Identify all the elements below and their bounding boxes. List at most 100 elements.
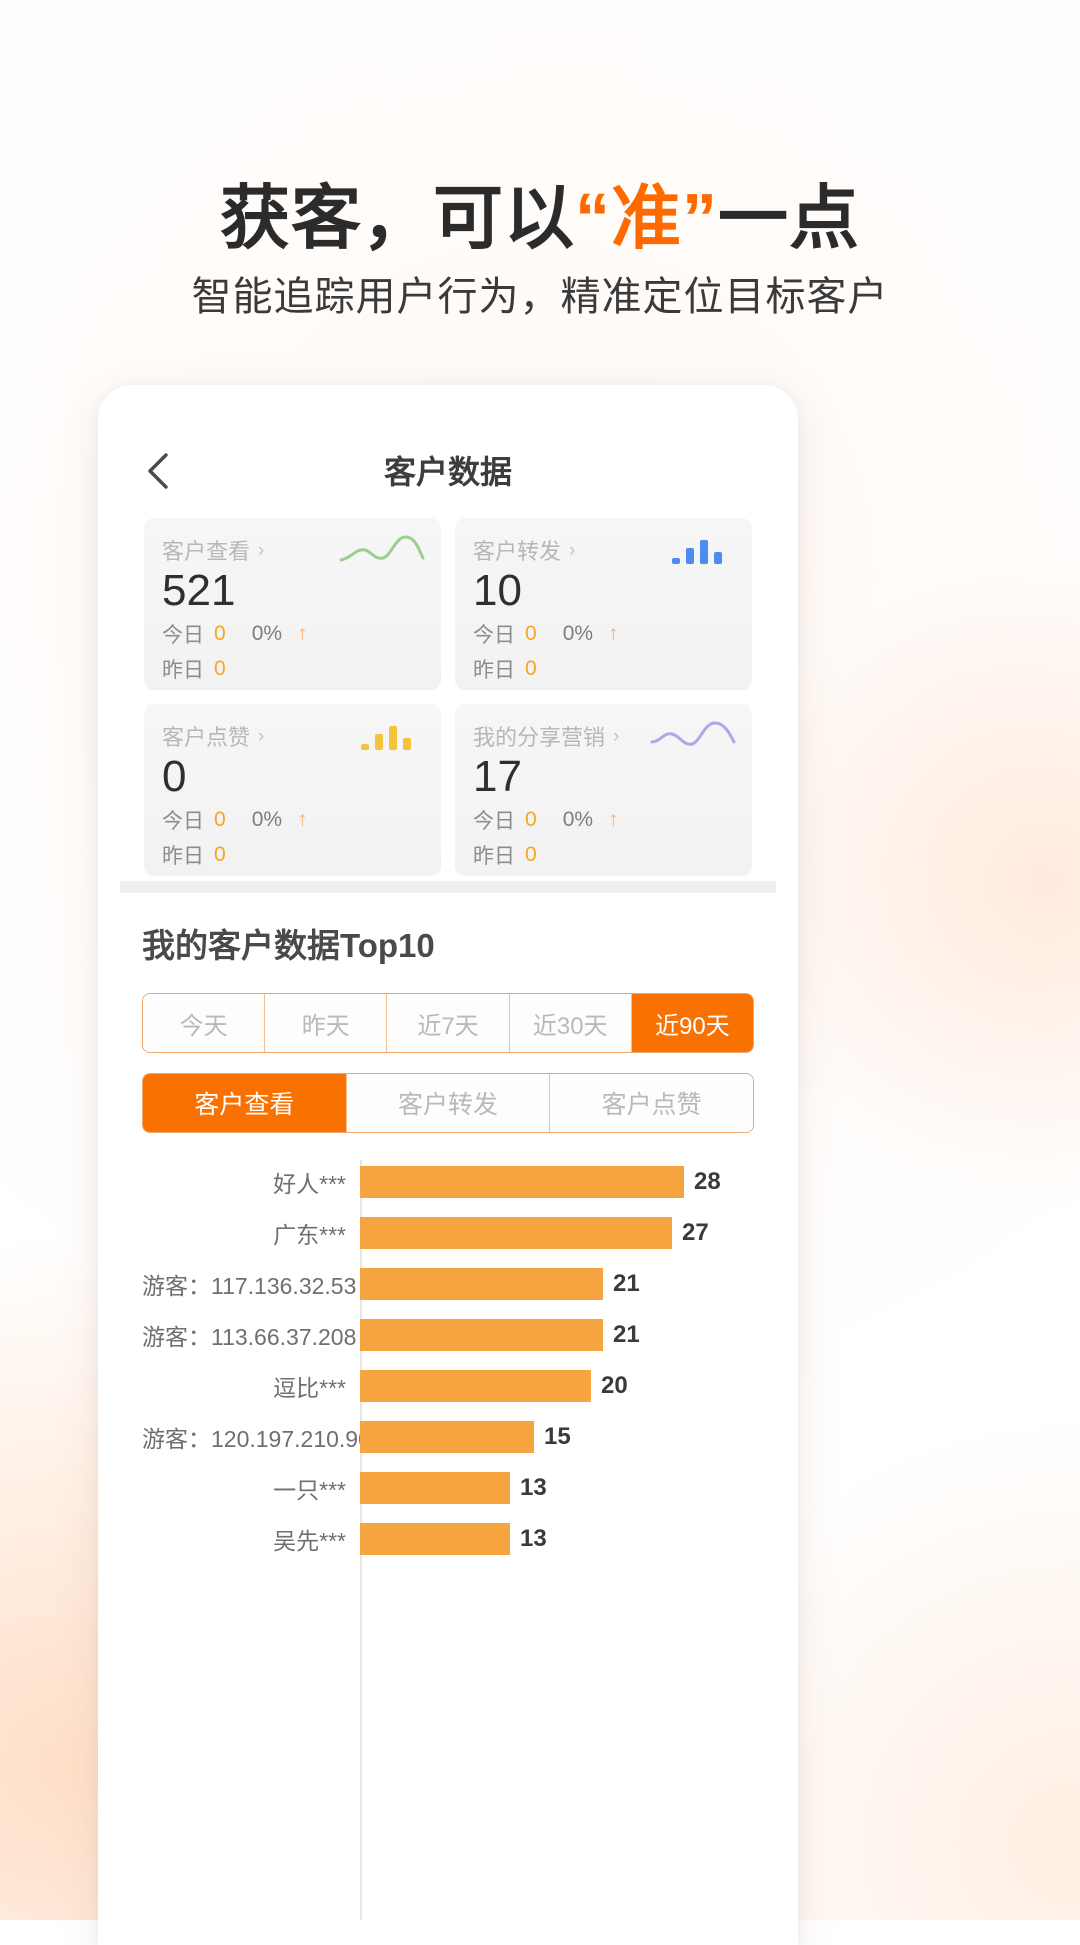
bar-row: 好人*** 28 [142,1160,754,1204]
bar-fill [360,1319,603,1351]
bar-fill [360,1166,684,1198]
today-value: 0 [214,808,226,832]
bar-row: 游客：113.66.37.208 21 [142,1313,754,1357]
bar-fill [360,1523,510,1555]
percent-change: 0% [251,808,283,832]
arrow-up-icon: ↑ [297,808,308,832]
nav-title: 客户数据 [383,454,512,490]
yesterday-value: 0 [525,657,537,681]
bar-value: 13 [520,1474,547,1501]
today-label: 今日 [473,810,515,834]
bar-track: 28 [354,1160,754,1204]
stat-card-value: 521 [162,566,236,615]
bar-value: 20 [601,1372,628,1399]
chevron-right-icon: › [258,725,265,747]
date-tab-3[interactable]: 近30天 [509,994,632,1052]
date-range-tabs[interactable]: 今天 昨天 近7天 近30天 近90天 [142,993,754,1053]
bar-label: 广东*** [273,1222,346,1248]
stat-card-row: 客户点赞 › 0 今日 0 0% ↑ 昨日 0 我的分享营销 › 17 今日 0… [144,704,752,876]
chevron-right-icon: › [613,725,620,747]
bar-value: 28 [694,1168,721,1195]
stat-card-yesterday: 昨日 0 [473,654,734,684]
headline-post: 一点 [718,179,860,257]
stat-card-value: 0 [162,752,187,801]
yesterday-label: 昨日 [162,845,204,869]
bar-fill [360,1472,510,1504]
stat-card-today: 今日 0 0% ↑ [162,619,423,649]
stat-card-title: 客户点赞 [162,725,251,750]
bar-row: 逗比*** 20 [142,1364,754,1408]
bar-row: 一只*** 13 [142,1466,754,1510]
stat-card-today: 今日 0 0% ↑ [473,619,734,649]
stat-card-yesterday: 昨日 0 [162,654,423,684]
arrow-up-icon: ↑ [297,622,308,646]
top10-bar-chart: 好人*** 28 广东*** 27 游客：117.136.32.53 21 游客：113.6… [142,1160,754,1920]
metric-tab-1[interactable]: 客户转发 [346,1074,551,1132]
stat-card-title: 客户查看 [162,539,251,564]
date-tab-4[interactable]: 近90天 [631,994,753,1052]
metric-tab-0[interactable]: 客户查看 [143,1074,347,1132]
bar-fill [360,1217,672,1249]
stat-card-today: 今日 0 0% ↑ [473,805,734,835]
stat-card-value: 17 [473,752,522,801]
percent-change: 0% [562,808,594,832]
bar-row: 游客：120.197.210.90 15 [142,1415,754,1459]
date-tab-1[interactable]: 昨天 [265,994,388,1052]
date-tab-0[interactable]: 今天 [143,994,266,1052]
bar-row: 吴先*** 13 [142,1517,754,1561]
metric-tab-2[interactable]: 客户点赞 [550,1074,753,1132]
bar-value: 15 [544,1423,571,1450]
stat-card-customer-views[interactable]: 客户查看 › 521 今日 0 0% ↑ 昨日 0 [144,518,441,690]
bar-track: 21 [354,1262,754,1306]
yesterday-label: 昨日 [473,659,515,683]
chevron-right-icon: › [258,539,265,561]
bar-label: 游客：113.66.37.208 [142,1324,357,1350]
today-label: 今日 [473,624,515,648]
app-navbar: 客户数据 [98,437,798,507]
yesterday-value: 0 [214,657,226,681]
bar-track: 21 [354,1313,754,1357]
bar-label: 吴先*** [273,1528,346,1554]
bar-label: 逗比*** [273,1375,346,1401]
percent-change: 0% [251,622,283,646]
stat-card-yesterday: 昨日 0 [473,840,734,870]
page-stage: 获客，可以“准”一点 智能追踪用户行为，精准定位目标客户 客户数据 客户查看 ›… [0,0,1080,1945]
today-value: 0 [525,622,537,646]
percent-change: 0% [562,622,594,646]
bar-track: 13 [354,1466,754,1510]
stat-card-customer-likes[interactable]: 客户点赞 › 0 今日 0 0% ↑ 昨日 0 [144,704,441,876]
bar-fill [360,1370,591,1402]
page-title: 获客，可以“准”一点 [0,162,1080,263]
bar-value: 13 [520,1525,547,1552]
today-label: 今日 [162,624,204,648]
bar-row: 游客：117.136.32.53 21 [142,1262,754,1306]
today-value: 0 [214,622,226,646]
stat-card-title: 客户转发 [473,539,562,564]
stat-card-grid: 客户查看 › 521 今日 0 0% ↑ 昨日 0 客户转发 › 10 今日 0… [144,518,752,890]
chevron-right-icon: › [569,539,576,561]
app-screen: 客户数据 客户查看 › 521 今日 0 0% ↑ 昨日 0 客户转发 › 10… [98,385,798,1945]
bar-track: 20 [354,1364,754,1408]
yesterday-label: 昨日 [162,659,204,683]
bar-label: 游客：117.136.32.53 [142,1273,357,1299]
bar-value: 27 [682,1219,709,1246]
phone-mockup: 客户数据 客户查看 › 521 今日 0 0% ↑ 昨日 0 客户转发 › 10… [98,385,798,1945]
page-subtitle: 智能追踪用户行为，精准定位目标客户 [191,275,889,319]
bar-value: 21 [613,1321,640,1348]
stat-card-customer-shares[interactable]: 客户转发 › 10 今日 0 0% ↑ 昨日 0 [455,518,752,690]
yesterday-label: 昨日 [473,845,515,869]
metric-tabs[interactable]: 客户查看 客户转发 客户点赞 [142,1073,754,1133]
today-label: 今日 [162,810,204,834]
headline-pre: 获客，可以 [220,179,575,257]
minibar-icon [650,532,736,566]
date-tab-2[interactable]: 近7天 [387,994,510,1052]
bar-row: 广东*** 27 [142,1211,754,1255]
arrow-up-icon: ↑ [608,808,619,832]
stat-card-my-share-marketing[interactable]: 我的分享营销 › 17 今日 0 0% ↑ 昨日 0 [455,704,752,876]
stat-card-today: 今日 0 0% ↑ [162,805,423,835]
bar-value: 21 [613,1270,640,1297]
bar-label: 游客：120.197.210.90 [142,1426,371,1452]
bar-track: 15 [354,1415,754,1459]
arrow-up-icon: ↑ [608,622,619,646]
section-title: 我的客户数据Top10 [142,927,435,964]
